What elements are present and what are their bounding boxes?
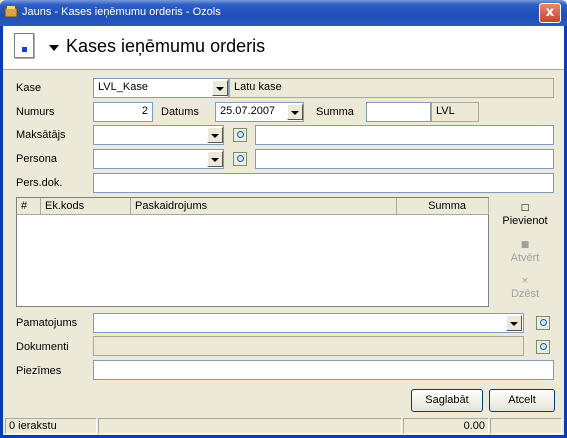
new-document-icon: □ (520, 203, 530, 213)
open-button-label: Atvērt (510, 252, 540, 264)
datums-dropdown-button[interactable] (287, 104, 303, 120)
persdok-label: Pers.dok. (16, 177, 63, 189)
numurs-field[interactable]: 2 (93, 102, 153, 122)
add-button[interactable]: □ Pievienot (496, 203, 554, 227)
delete-button[interactable]: × Dzēst (496, 276, 554, 300)
menu-dropdown-icon[interactable] (49, 45, 59, 51)
kase-name-field: Latu kase (229, 78, 554, 98)
status-records: 0 ierakstu (5, 418, 97, 434)
pamatojums-select[interactable] (93, 313, 524, 333)
kase-label: Kase (16, 82, 42, 94)
datums-label: Datums (161, 106, 199, 118)
open-folder-icon: ■ (520, 240, 530, 250)
column-header-paskaidrojums[interactable]: Paskaidrojums (131, 198, 397, 215)
status-panel-extra (490, 418, 562, 434)
persona-dropdown-button[interactable] (207, 151, 223, 167)
maksatajs-label: Maksātājs (16, 129, 66, 141)
persona-label: Persona (16, 153, 57, 165)
maksatajs-lookup-icon[interactable] (233, 128, 247, 142)
pamatojums-label: Pamatojums (16, 317, 78, 329)
delete-button-label: Dzēst (510, 288, 540, 300)
cancel-button[interactable]: Atcelt (489, 389, 555, 412)
dokumenti-field (93, 336, 524, 356)
summa-label: Summa (316, 106, 354, 118)
status-bar: 0 ierakstu 0.00 (3, 417, 564, 435)
add-button-label: Pievienot (502, 215, 548, 227)
piezimes-field[interactable] (93, 360, 554, 380)
persdok-field[interactable] (93, 173, 554, 193)
delete-icon: × (521, 276, 529, 286)
app-icon (4, 6, 18, 18)
column-header-summa[interactable]: Summa (397, 198, 489, 215)
persona-name-field[interactable] (255, 149, 554, 169)
column-header-ekkods[interactable]: Ek.kods (41, 198, 131, 215)
dokumenti-lookup-icon[interactable] (536, 340, 550, 354)
maksatajs-name-field[interactable] (255, 125, 554, 145)
piezimes-label: Piezīmes (16, 365, 62, 377)
kase-select[interactable]: LVL_Kase (93, 78, 229, 98)
window-title: Jauns - Kases ieņēmumu orderis - Ozols (22, 6, 221, 18)
page-title: Kases ieņēmumu orderis (66, 36, 266, 56)
maksatajs-select[interactable] (93, 125, 224, 145)
pamatojums-lookup-icon[interactable] (536, 316, 550, 330)
kase-dropdown-button[interactable] (212, 80, 228, 96)
persona-lookup-icon[interactable] (233, 152, 247, 166)
maksatajs-dropdown-button[interactable] (207, 127, 223, 143)
dokumenti-label: Dokumenti (16, 341, 69, 353)
status-panel-empty (98, 418, 402, 434)
numurs-label: Numurs (16, 106, 55, 118)
pamatojums-dropdown-button[interactable] (506, 315, 522, 331)
persona-select[interactable] (93, 149, 224, 169)
summa-currency: LVL (431, 102, 479, 122)
column-header-index[interactable]: # (17, 198, 41, 215)
lines-table[interactable]: # Ek.kods Paskaidrojums Summa (16, 197, 489, 307)
summa-field[interactable] (366, 102, 431, 122)
status-total: 0.00 (403, 418, 489, 434)
title-bar[interactable]: Jauns - Kases ieņēmumu orderis - Ozols x (0, 0, 567, 26)
save-button[interactable]: Saglabāt (411, 389, 483, 412)
open-button[interactable]: ■ Atvērt (496, 240, 554, 264)
close-button[interactable]: x (539, 3, 561, 23)
document-icon[interactable] (14, 33, 34, 58)
